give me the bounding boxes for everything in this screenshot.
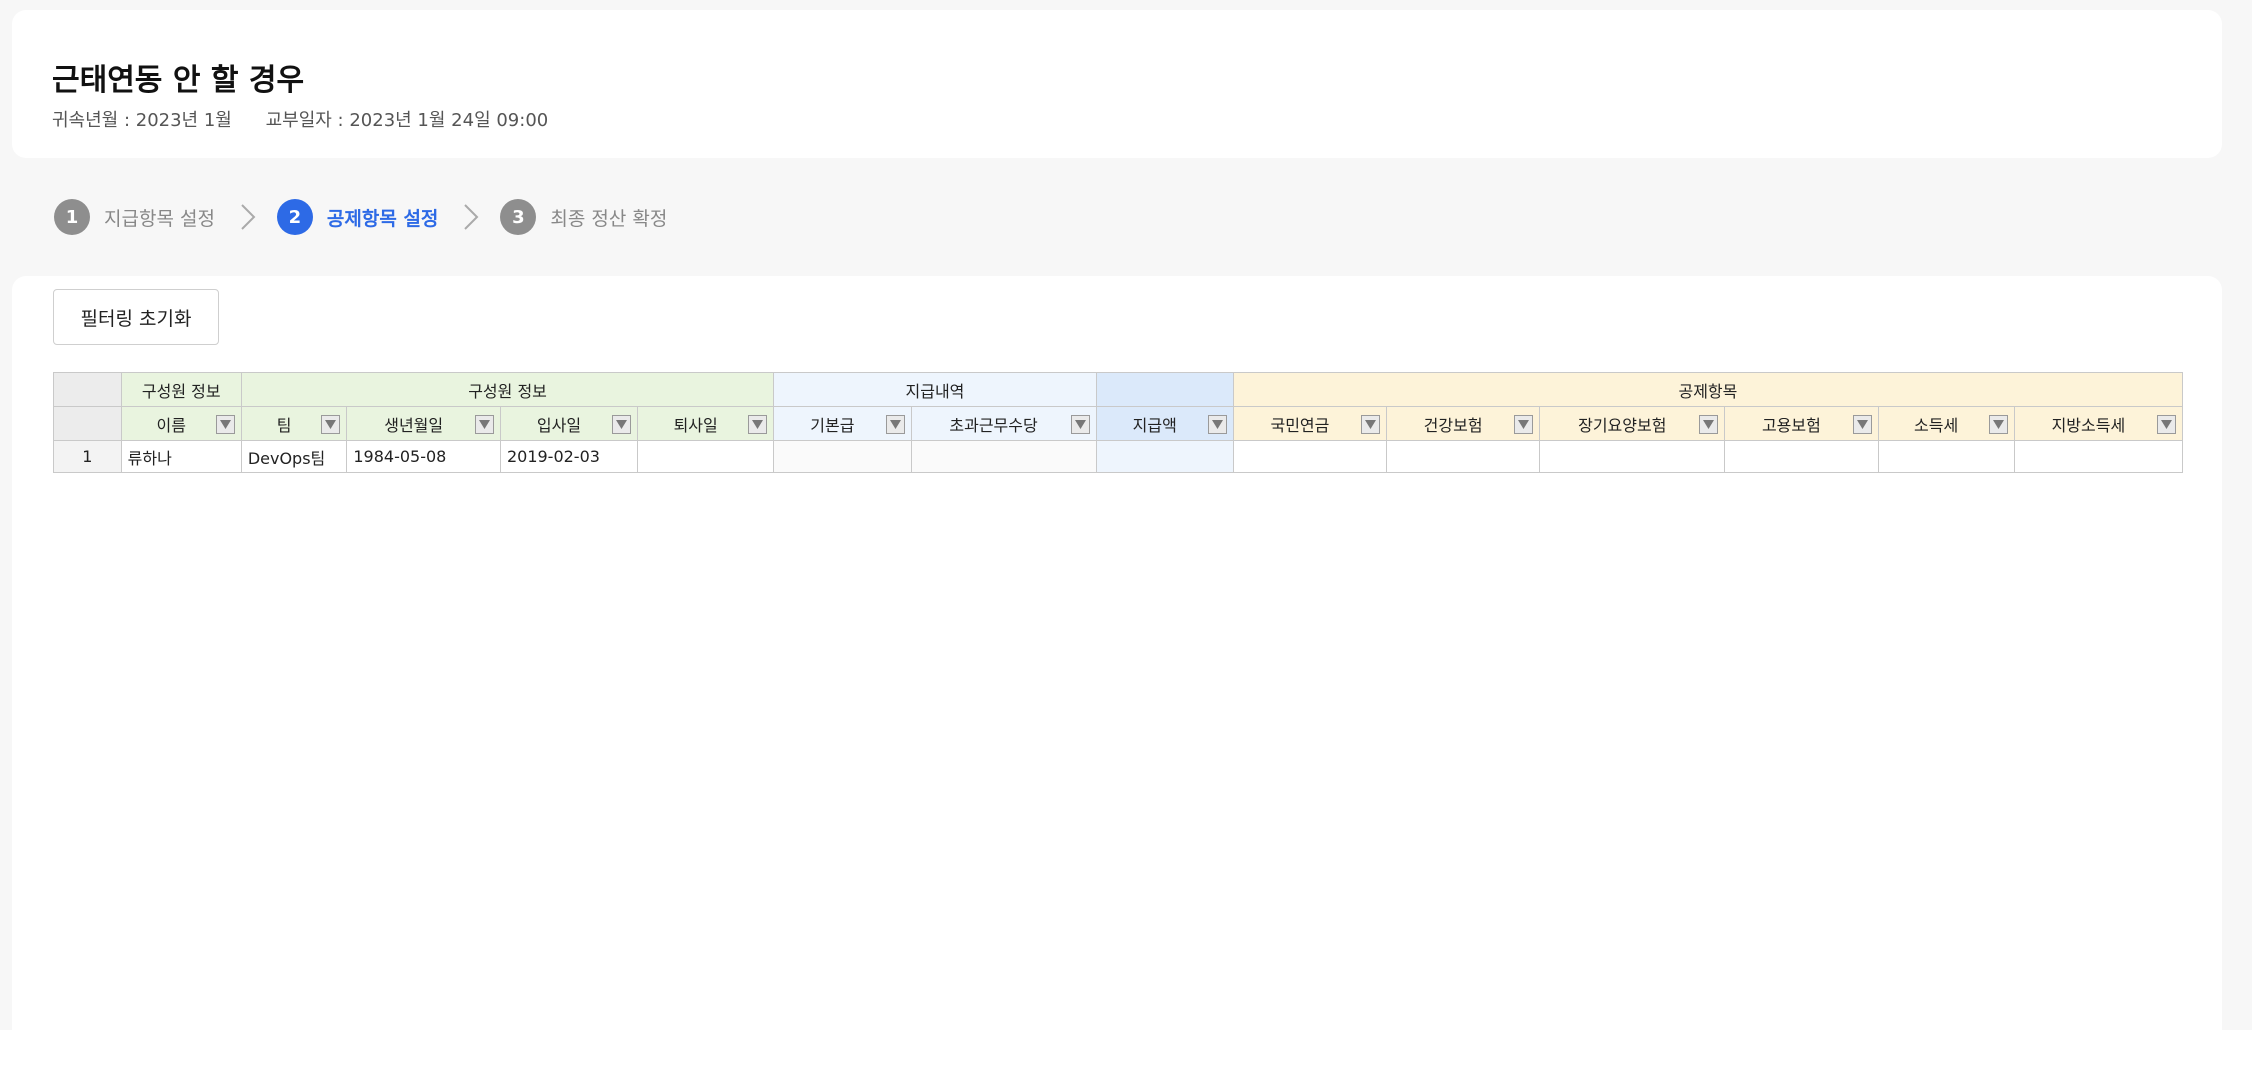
step-2-label: 공제항목 설정 <box>326 207 439 230</box>
cell-pension[interactable] <box>1232 440 1388 473</box>
group-header-member-a: 구성원 정보 <box>120 372 242 407</box>
filter-icon[interactable] <box>612 415 632 434</box>
step-1-number: 1 <box>54 199 90 235</box>
column-header-income-tax[interactable]: 소득세 <box>1877 406 2015 441</box>
column-header-pension[interactable]: 국민연금 <box>1232 406 1388 441</box>
cell-name[interactable]: 류하나 <box>120 440 242 473</box>
step-3[interactable]: 3 최종 정산 확정 <box>500 199 667 235</box>
group-header-member-b: 구성원 정보 <box>240 372 775 407</box>
column-label: 지방소득세 <box>2051 415 2126 435</box>
data-grid: 구성원 정보 구성원 정보 지급내역 공제항목 이름 팀 생년월일 입사일 퇴사… <box>53 372 2183 476</box>
header-meta: 귀속년월 : 2023년 1월 교부일자 : 2023년 1월 24일 09:0… <box>52 106 548 132</box>
filter-icon[interactable] <box>321 415 341 434</box>
filter-icon[interactable] <box>1361 415 1381 434</box>
step-1-label: 지급항목 설정 <box>104 207 215 230</box>
grid-table: 구성원 정보 구성원 정보 지급내역 공제항목 이름 팀 생년월일 입사일 퇴사… <box>53 372 2183 473</box>
column-label: 국민연금 <box>1270 415 1330 435</box>
column-header-row: 이름 팀 생년월일 입사일 퇴사일 기본급 초과근무수당 지급액 국민연금 건강… <box>53 406 2183 441</box>
cell-birth[interactable]: 1984-05-08 <box>346 440 501 473</box>
group-header-pay: 지급내역 <box>773 372 1097 407</box>
filter-icon[interactable] <box>1207 415 1227 434</box>
group-header-deduct: 공제항목 <box>1232 372 2183 407</box>
filter-icon[interactable] <box>885 415 905 434</box>
corner-cell <box>53 372 122 407</box>
cell-income-tax[interactable] <box>1877 440 2015 473</box>
cell-leave[interactable] <box>637 440 775 473</box>
cell-team[interactable]: DevOps팀 <box>240 440 348 473</box>
column-label: 초과근무수당 <box>949 415 1038 435</box>
content-card: 필터링 초기화 구성원 정보 구성원 정보 지급내역 공제항목 이름 팀 생년월… <box>12 276 2222 1030</box>
cell-base[interactable] <box>773 440 912 473</box>
stepper: 1 지급항목 설정 2 공제항목 설정 3 최종 정산 확정 <box>54 198 667 236</box>
column-label: 건강보험 <box>1423 415 1483 435</box>
table-row[interactable]: 1 류하나 DevOps팀 1984-05-08 2019-02-03 <box>53 440 2183 473</box>
column-header-name[interactable]: 이름 <box>120 406 242 441</box>
filter-icon[interactable] <box>1514 415 1534 434</box>
row-index: 1 <box>53 440 122 473</box>
header-card: 근태연동 안 할 경우 귀속년월 : 2023년 1월 교부일자 : 2023년… <box>12 10 2222 158</box>
column-header-team[interactable]: 팀 <box>240 406 348 441</box>
column-header-join[interactable]: 입사일 <box>499 406 639 441</box>
page-background: 근태연동 안 할 경우 귀속년월 : 2023년 1월 교부일자 : 2023년… <box>0 0 2252 1030</box>
filter-icon[interactable] <box>1988 415 2008 434</box>
step-1[interactable]: 1 지급항목 설정 <box>54 199 215 235</box>
filter-icon[interactable] <box>215 415 235 434</box>
page-title: 근태연동 안 할 경우 <box>52 63 305 98</box>
cell-overtime[interactable] <box>910 440 1097 473</box>
chevron-right-icon <box>239 202 257 232</box>
column-header-overtime[interactable]: 초과근무수당 <box>910 406 1097 441</box>
cell-health[interactable] <box>1386 440 1541 473</box>
filter-icon[interactable] <box>2157 415 2176 434</box>
column-header-local-tax[interactable]: 지방소득세 <box>2013 406 2183 441</box>
column-label: 고용보험 <box>1761 415 1821 435</box>
cell-employment[interactable] <box>1724 440 1879 473</box>
column-header-longterm[interactable]: 장기요양보험 <box>1539 406 1726 441</box>
cell-total[interactable] <box>1095 440 1234 473</box>
cell-longterm[interactable] <box>1539 440 1726 473</box>
column-header-health[interactable]: 건강보험 <box>1386 406 1541 441</box>
filter-icon[interactable] <box>1852 415 1872 434</box>
rownum-header <box>53 406 122 441</box>
group-header-row: 구성원 정보 구성원 정보 지급내역 공제항목 <box>53 372 2183 407</box>
filter-icon[interactable] <box>1699 415 1719 434</box>
filter-icon[interactable] <box>1070 415 1090 434</box>
chevron-right-icon <box>462 202 480 232</box>
period-text: 귀속년월 : 2023년 1월 <box>52 110 232 131</box>
column-header-base[interactable]: 기본급 <box>773 406 912 441</box>
step-3-number: 3 <box>500 199 537 235</box>
column-header-total[interactable]: 지급액 <box>1095 406 1234 441</box>
filter-icon[interactable] <box>748 415 768 434</box>
column-label: 장기요양보험 <box>1578 415 1667 435</box>
column-header-birth[interactable]: 생년월일 <box>346 406 501 441</box>
cell-local-tax[interactable] <box>2013 440 2183 473</box>
filter-icon[interactable] <box>474 415 494 434</box>
cell-join[interactable]: 2019-02-03 <box>499 440 639 473</box>
step-2-number: 2 <box>276 199 313 235</box>
column-header-leave[interactable]: 퇴사일 <box>637 406 775 441</box>
column-label: 생년월일 <box>384 415 444 435</box>
reset-filter-button[interactable]: 필터링 초기화 <box>53 289 219 345</box>
group-header-total <box>1095 372 1234 407</box>
step-3-label: 최종 정산 확정 <box>550 207 668 230</box>
issue-date-text: 교부일자 : 2023년 1월 24일 09:00 <box>265 110 549 131</box>
step-2[interactable]: 2 공제항목 설정 <box>276 199 439 235</box>
column-header-employment[interactable]: 고용보험 <box>1724 406 1879 441</box>
